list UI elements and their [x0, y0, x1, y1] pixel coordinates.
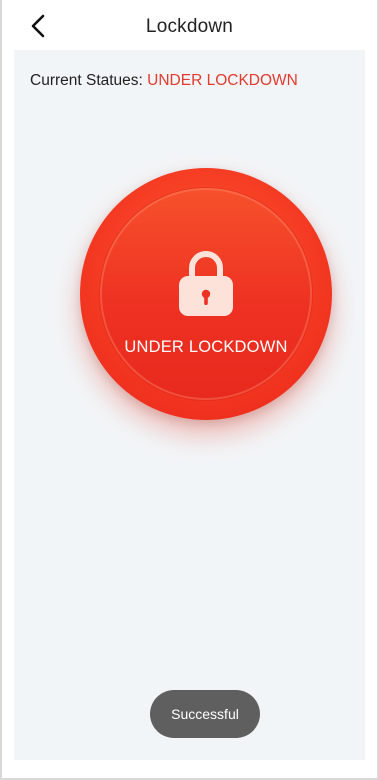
page-title: Lockdown [145, 16, 234, 37]
toast-message: Successful [150, 690, 260, 738]
status-value: UNDER LOCKDOWN [147, 72, 298, 89]
lockdown-button[interactable]: UNDER LOCKDOWN [80, 168, 332, 420]
lock-icon [179, 251, 233, 316]
lockdown-button-inner: UNDER LOCKDOWN [100, 188, 312, 400]
lockdown-button-label: UNDER LOCKDOWN [124, 338, 288, 356]
main-content: Current Statues: UNDER LOCKDOWN UNDER LO… [14, 50, 365, 760]
status-line: Current Statues: UNDER LOCKDOWN [30, 72, 298, 90]
lockdown-screen: Lockdown Current Statues: UNDER LOCKDOWN… [0, 0, 379, 780]
status-label: Current Statues: [30, 72, 148, 89]
header-bar: Lockdown [2, 0, 377, 50]
